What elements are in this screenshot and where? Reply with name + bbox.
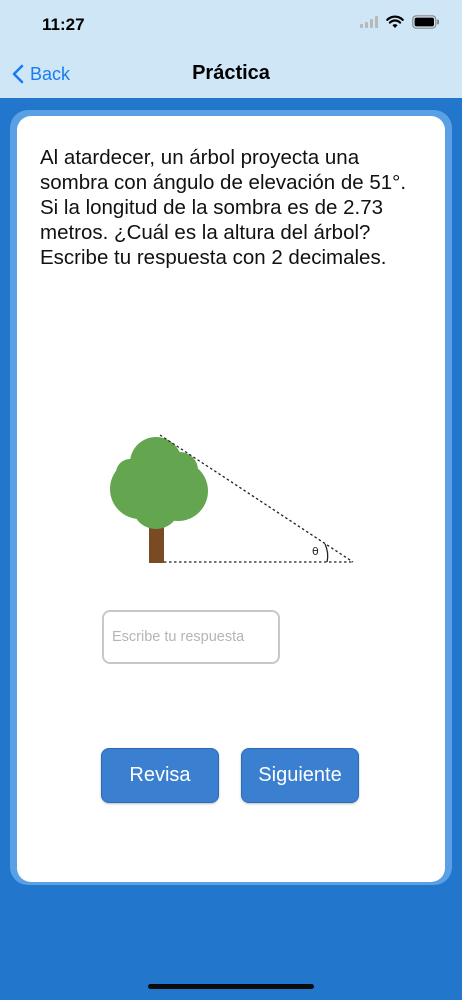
- wifi-icon: [386, 15, 404, 28]
- angle-label: θ: [312, 545, 319, 558]
- battery-icon: [412, 15, 439, 29]
- tree-foliage: [110, 437, 208, 529]
- question-text: Al atardecer, un árbol proyecta una somb…: [40, 146, 407, 269]
- check-button[interactable]: Revisa: [101, 748, 219, 803]
- answer-input[interactable]: [102, 610, 280, 664]
- home-indicator[interactable]: [148, 984, 314, 989]
- status-bar: 11:27: [0, 0, 462, 50]
- navigation-bar: Back Práctica: [0, 50, 462, 98]
- cellular-signal-icon: [360, 16, 378, 28]
- page-title: Práctica: [192, 62, 270, 84]
- status-icons: [360, 15, 440, 29]
- status-time: 11:27: [42, 15, 85, 34]
- next-button[interactable]: Siguiente: [241, 748, 359, 803]
- angle-arc: [324, 543, 329, 563]
- tree-shadow-diagram: θ: [110, 434, 354, 563]
